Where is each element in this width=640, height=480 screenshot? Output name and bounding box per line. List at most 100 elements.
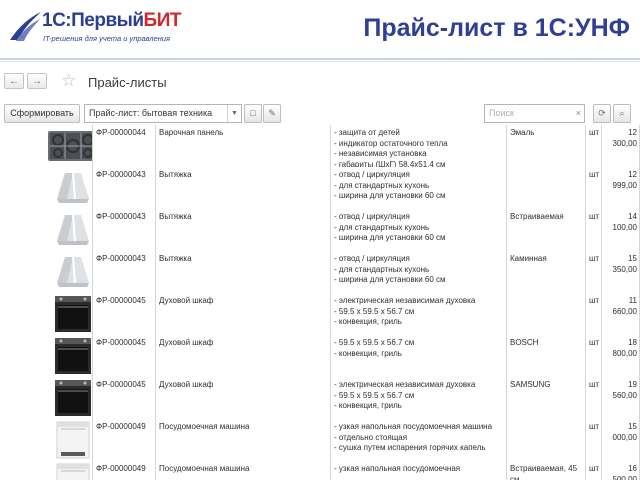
cell-features[interactable]: - 59.5 x 59.5 x 56.7 см - конвекция, гри… [331, 335, 507, 377]
hood-image [47, 211, 92, 249]
cell-features[interactable]: - защита от детей - индикатор остаточног… [331, 125, 507, 167]
pricelist-table: ФР-00000044 Варочная панель - защита от де… [0, 125, 640, 480]
cell-price[interactable]: 12 300,00 [602, 125, 640, 167]
cell-features[interactable]: - электрическая независимая духовка - 59… [331, 377, 507, 419]
oven-image [47, 295, 92, 333]
search-placeholder: Поиск [489, 108, 514, 118]
cell-unit[interactable]: шт [586, 377, 602, 419]
product-image-cell[interactable] [10, 335, 93, 377]
cell-name[interactable]: Духовой шкаф [156, 335, 331, 377]
cell-code[interactable]: ФР-00000043 [93, 209, 156, 251]
search-input[interactable]: Поиск × [484, 104, 585, 123]
cell-features[interactable]: - узкая напольная посудомоечная [331, 461, 507, 480]
cell-variant[interactable]: SAMSUNG [507, 377, 586, 419]
app-window: ← → ☆ Прайс-листы Сформировать Прайс-лис… [0, 63, 640, 480]
oven-image [47, 379, 92, 417]
cell-variant[interactable] [507, 293, 586, 335]
product-image-cell[interactable] [10, 125, 93, 167]
cell-name[interactable]: Вытяжка [156, 251, 331, 293]
cell-price[interactable]: 15 000,00 [602, 419, 640, 461]
arrow-right-icon: → [32, 76, 42, 87]
cell-price[interactable]: 18 800,00 [602, 335, 640, 377]
cell-variant[interactable]: Встраиваемая, 45 см [507, 461, 586, 480]
cell-unit[interactable]: шт [586, 293, 602, 335]
cell-variant[interactable] [507, 167, 586, 209]
forward-button[interactable]: → [27, 73, 47, 89]
table-row[interactable]: ФР-00000045 Духовой шкаф - электрическая н… [10, 377, 640, 420]
table-row[interactable]: ФР-00000049 Посудомоечная машина - узкая н… [10, 461, 640, 480]
chevron-down-icon[interactable]: ▼ [227, 105, 241, 122]
cell-unit[interactable]: шт [586, 461, 602, 480]
pricelist-value: Прайс-лист: бытовая техника [89, 108, 213, 118]
cell-features[interactable]: - отвод / циркуляция - для стандартных к… [331, 167, 507, 209]
cell-code[interactable]: ФР-00000044 [93, 125, 156, 167]
table-row[interactable]: ФР-00000043 Вытяжка - отвод / циркуляция -… [10, 251, 640, 294]
cell-variant[interactable]: Эмаль [507, 125, 586, 167]
logo-accent: БИТ [143, 10, 182, 31]
table-row[interactable]: ФР-00000045 Духовой шкаф - электрическая н… [10, 293, 640, 336]
product-image-cell[interactable] [10, 461, 93, 480]
table-row[interactable]: ФР-00000045 Духовой шкаф - 59.5 x 59.5 x 5… [10, 335, 640, 378]
cell-name[interactable]: Вытяжка [156, 209, 331, 251]
cell-price[interactable]: 11 660,00 [602, 293, 640, 335]
cell-code[interactable]: ФР-00000045 [93, 293, 156, 335]
cell-unit[interactable]: шт [586, 335, 602, 377]
cell-price[interactable]: 15 350,00 [602, 251, 640, 293]
cell-unit[interactable]: шт [586, 125, 602, 167]
form-title: Прайс-листы [88, 75, 167, 90]
cell-unit[interactable]: шт [586, 167, 602, 209]
cell-code[interactable]: ФР-00000049 [93, 419, 156, 461]
cell-variant[interactable]: Встраиваемая [507, 209, 586, 251]
star-icon[interactable]: ☆ [61, 71, 76, 91]
cell-unit[interactable]: шт [586, 209, 602, 251]
product-image-cell[interactable] [10, 251, 93, 293]
cell-name[interactable]: Варочная панель [156, 125, 331, 167]
open-icon[interactable]: □ [244, 104, 262, 123]
clear-icon[interactable]: × [576, 105, 581, 122]
edit-icon[interactable]: ✎ [263, 104, 281, 123]
cell-price[interactable]: 16 500,00 [602, 461, 640, 480]
cell-features[interactable]: - узкая напольная посудомоечная машина -… [331, 419, 507, 461]
table-row[interactable]: ФР-00000044 Варочная панель - защита от де… [10, 125, 640, 168]
cell-variant[interactable] [507, 419, 586, 461]
table-row[interactable]: ФР-00000043 Вытяжка - отвод / циркуляция -… [10, 167, 640, 210]
cell-name[interactable]: Духовой шкаф [156, 293, 331, 335]
cell-price[interactable]: 19 560,00 [602, 377, 640, 419]
cell-features[interactable]: - отвод / циркуляция - для стандартных к… [331, 251, 507, 293]
cell-code[interactable]: ФР-00000043 [93, 167, 156, 209]
table-row[interactable]: ФР-00000049 Посудомоечная машина - узкая н… [10, 419, 640, 462]
cell-code[interactable]: ФР-00000049 [93, 461, 156, 480]
cell-name[interactable]: Вытяжка [156, 167, 331, 209]
oven-image [47, 337, 92, 375]
back-button[interactable]: ← [4, 73, 24, 89]
pricelist-select[interactable]: Прайс-лист: бытовая техника ▼ [84, 104, 242, 123]
product-image-cell[interactable] [10, 419, 93, 461]
find-icon[interactable]: ⌕ [613, 104, 631, 123]
cell-price[interactable]: 12 999,00 [602, 167, 640, 209]
toolbar: Сформировать Прайс-лист: бытовая техника… [0, 101, 640, 127]
generate-button[interactable]: Сформировать [4, 104, 80, 123]
table-row[interactable]: ФР-00000043 Вытяжка - отвод / циркуляция -… [10, 209, 640, 252]
product-image-cell[interactable] [10, 167, 93, 209]
cell-variant[interactable]: BOSCH [507, 335, 586, 377]
cell-unit[interactable]: шт [586, 419, 602, 461]
cell-code[interactable]: ФР-00000045 [93, 335, 156, 377]
header-divider [0, 58, 640, 60]
cell-variant[interactable]: Каминная [507, 251, 586, 293]
product-image-cell[interactable] [10, 377, 93, 419]
cell-price[interactable]: 14 100,00 [602, 209, 640, 251]
product-image-cell[interactable] [10, 293, 93, 335]
cell-code[interactable]: ФР-00000045 [93, 377, 156, 419]
refresh-icon[interactable]: ⟳ [593, 104, 611, 123]
cell-code[interactable]: ФР-00000043 [93, 251, 156, 293]
company-logo: 1С:ПервыйБИТ IT-решения для учета и упра… [6, 6, 181, 52]
cell-features[interactable]: - отвод / циркуляция - для стандартных к… [331, 209, 507, 251]
cell-unit[interactable]: шт [586, 251, 602, 293]
dishwasher-image [47, 421, 92, 459]
cell-features[interactable]: - электрическая независимая духовка - 59… [331, 293, 507, 335]
cell-name[interactable]: Духовой шкаф [156, 377, 331, 419]
cell-name[interactable]: Посудомоечная машина [156, 419, 331, 461]
hob-image [47, 127, 92, 165]
product-image-cell[interactable] [10, 209, 93, 251]
cell-name[interactable]: Посудомоечная машина [156, 461, 331, 480]
